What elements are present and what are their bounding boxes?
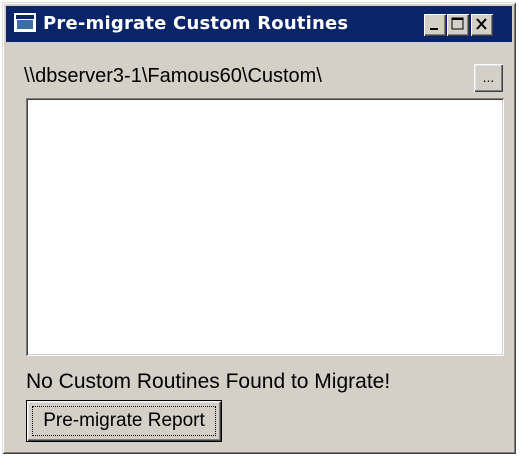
pre-migrate-report-label: Pre-migrate Report: [43, 410, 205, 431]
routines-listbox[interactable]: [26, 98, 504, 356]
dialog-window: Pre-migrate Custom Routines \\dbserver3-…: [2, 2, 516, 454]
status-message: No Custom Routines Found to Migrate!: [26, 370, 391, 393]
window-title: Pre-migrate Custom Routines: [43, 13, 349, 34]
maximize-icon: [451, 17, 464, 30]
folder-path: \\dbserver3-1\Famous60\Custom\: [24, 65, 322, 87]
browse-button[interactable]: ...: [474, 64, 503, 92]
title-bar[interactable]: Pre-migrate Custom Routines: [6, 6, 512, 42]
close-icon: [476, 18, 487, 30]
close-button[interactable]: [471, 14, 493, 36]
minimize-button[interactable]: [424, 14, 446, 36]
window-app-icon: [14, 13, 36, 32]
maximize-button[interactable]: [447, 14, 469, 36]
minimize-icon: [430, 28, 438, 30]
pre-migrate-report-button[interactable]: Pre-migrate Report: [26, 400, 222, 442]
